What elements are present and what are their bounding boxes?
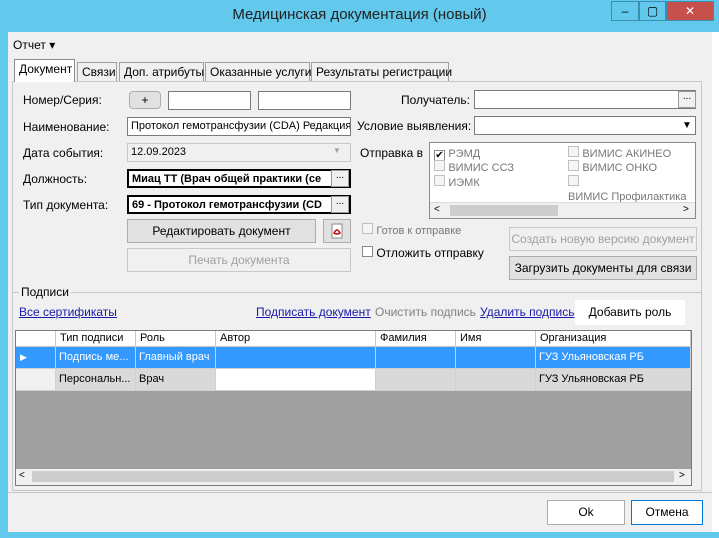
scroll-thumb[interactable] xyxy=(32,471,674,482)
window-left-border xyxy=(0,32,8,538)
send-targets-list: ✔ РЭМД ВИМИС ССЗ ИЭМК ВИМИС АКИНЕО ВИМИС… xyxy=(429,142,696,219)
minimize-button[interactable]: – xyxy=(611,1,639,21)
tab-extra-attributes[interactable]: Доп. атрибуты xyxy=(119,62,204,81)
print-document-button[interactable]: Печать документа xyxy=(127,248,351,272)
column-header[interactable]: Фамилия xyxy=(376,331,456,347)
checkbox-icon[interactable] xyxy=(568,175,579,186)
signatures-group-border xyxy=(12,292,702,293)
recipient-browse-button[interactable]: ... xyxy=(678,91,696,108)
recipient-input[interactable] xyxy=(474,90,696,109)
close-button[interactable]: ✕ xyxy=(666,1,714,21)
send-target-iemk[interactable]: ИЭМК xyxy=(434,175,480,189)
edit-document-button[interactable]: Редактировать документ xyxy=(127,219,316,243)
date-dropdown-icon[interactable]: ▼ xyxy=(333,146,341,155)
position-browse-button[interactable]: ... xyxy=(331,170,349,187)
table-row[interactable]: Персональн... Врач ГУЗ Ульяновская РБ xyxy=(16,369,691,391)
recipient-label: Получатель: xyxy=(401,93,470,107)
row-header-corner xyxy=(16,331,56,347)
column-header[interactable]: Имя xyxy=(456,331,536,347)
name-input[interactable]: Протокол гемотрансфузии (CDA) Редакция 5 xyxy=(127,117,351,136)
scroll-left-icon[interactable]: < xyxy=(434,204,440,215)
cancel-button[interactable]: Отмена xyxy=(631,500,703,525)
tab-document[interactable]: Документ xyxy=(14,59,75,82)
upload-linked-docs-button[interactable]: Загрузить документы для связи xyxy=(509,256,697,280)
table-cell[interactable] xyxy=(216,369,376,391)
signatures-table: Тип подписи Роль Автор Фамилия Имя Орган… xyxy=(15,330,692,486)
footer-divider xyxy=(8,492,712,493)
pdf-icon xyxy=(331,223,343,239)
pdf-button[interactable] xyxy=(323,219,351,243)
table-cell[interactable]: ГУЗ Ульяновская РБ xyxy=(536,369,691,391)
clear-signature-link[interactable]: Очистить подпись xyxy=(375,305,476,319)
send-targets-scrollbar[interactable]: < > xyxy=(430,202,695,218)
window-bottom-border xyxy=(0,532,719,538)
condition-select[interactable] xyxy=(474,116,696,135)
background-strip xyxy=(712,32,719,538)
table-cell[interactable]: Врач xyxy=(136,369,216,391)
table-cell[interactable] xyxy=(216,347,376,369)
checkbox-icon[interactable] xyxy=(434,160,445,171)
chevron-down-icon[interactable]: ▼ xyxy=(682,120,692,131)
send-target-remd[interactable]: ✔ РЭМД xyxy=(434,146,480,161)
send-target-vimis-prof[interactable]: ВИМИС Профилактика xyxy=(568,175,695,203)
checkbox-icon[interactable] xyxy=(362,246,373,257)
row-selector[interactable] xyxy=(16,369,56,391)
checkbox-icon[interactable] xyxy=(568,146,579,157)
table-scrollbar[interactable]: < > xyxy=(16,469,691,485)
name-label: Наименование: xyxy=(23,120,110,134)
send-target-vimis-akineo[interactable]: ВИМИС АКИНЕО xyxy=(568,146,671,160)
date-label: Дата события: xyxy=(23,146,104,160)
table-row[interactable]: ▶ Подпись ме... Главный врач ГУЗ Ульянов… xyxy=(16,347,691,369)
column-header[interactable]: Роль xyxy=(136,331,216,347)
add-number-button[interactable]: + xyxy=(129,91,161,109)
row-selector-icon[interactable]: ▶ xyxy=(16,347,56,369)
create-new-version-button[interactable]: Создать новую версию документ xyxy=(509,227,697,251)
table-cell[interactable] xyxy=(376,347,456,369)
table-cell[interactable]: Персональн... xyxy=(56,369,136,391)
scroll-left-icon[interactable]: < xyxy=(19,470,25,481)
table-cell[interactable] xyxy=(376,369,456,391)
send-label: Отправка в xyxy=(360,146,423,160)
tab-services[interactable]: Оказанные услуги xyxy=(205,62,311,81)
position-label: Должность: xyxy=(23,172,88,186)
column-header[interactable]: Автор xyxy=(216,331,376,347)
delay-checkbox-row[interactable]: Отложить отправку xyxy=(362,246,484,260)
send-target-vimis-ssz[interactable]: ВИМИС ССЗ xyxy=(434,160,514,174)
position-input[interactable]: Миац ТТ (Врач общей практики (се xyxy=(127,169,351,188)
table-cell[interactable]: ГУЗ Ульяновская РБ xyxy=(536,347,691,369)
checkbox-icon[interactable] xyxy=(568,160,579,171)
column-header[interactable]: Организация xyxy=(536,331,691,347)
menu-report[interactable]: Отчет ▾ xyxy=(13,38,55,52)
doctype-input[interactable]: 69 - Протокол гемотрансфузии (CD xyxy=(127,195,351,214)
doctype-browse-button[interactable]: ... xyxy=(331,196,349,213)
tab-links[interactable]: Связи xyxy=(77,62,117,81)
maximize-button[interactable]: ▢ xyxy=(639,1,666,21)
number-label: Номер/Серия: xyxy=(23,93,102,107)
scroll-right-icon[interactable]: > xyxy=(679,470,685,481)
number-input[interactable] xyxy=(168,91,251,110)
ready-checkbox-row[interactable]: Готов к отправке xyxy=(362,223,461,237)
add-role-button[interactable]: Добавить роль xyxy=(575,300,685,325)
table-cell[interactable]: Подпись ме... xyxy=(56,347,136,369)
send-target-vimis-onko[interactable]: ВИМИС ОНКО xyxy=(568,160,657,174)
ok-button[interactable]: Ok xyxy=(547,500,625,525)
scroll-right-icon[interactable]: > xyxy=(683,204,689,215)
scroll-thumb[interactable] xyxy=(450,205,558,216)
checkbox-icon[interactable] xyxy=(434,175,445,186)
delete-signature-link[interactable]: Удалить подпись xyxy=(480,305,575,319)
checkbox-icon[interactable] xyxy=(362,223,373,234)
signatures-title: Подписи xyxy=(19,285,71,299)
tab-registration-results[interactable]: Результаты регистрации xyxy=(311,62,452,81)
condition-label: Условие выявления: xyxy=(357,119,472,133)
date-input[interactable]: 12.09.2023 xyxy=(127,143,351,162)
series-input[interactable] xyxy=(258,91,351,110)
all-certificates-link[interactable]: Все сертификаты xyxy=(19,305,117,319)
column-header[interactable]: Тип подписи xyxy=(56,331,136,347)
table-cell[interactable] xyxy=(456,369,536,391)
doctype-label: Тип документа: xyxy=(23,198,109,212)
table-cell[interactable] xyxy=(456,347,536,369)
table-cell[interactable]: Главный врач xyxy=(136,347,216,369)
sign-document-link[interactable]: Подписать документ xyxy=(256,305,371,319)
